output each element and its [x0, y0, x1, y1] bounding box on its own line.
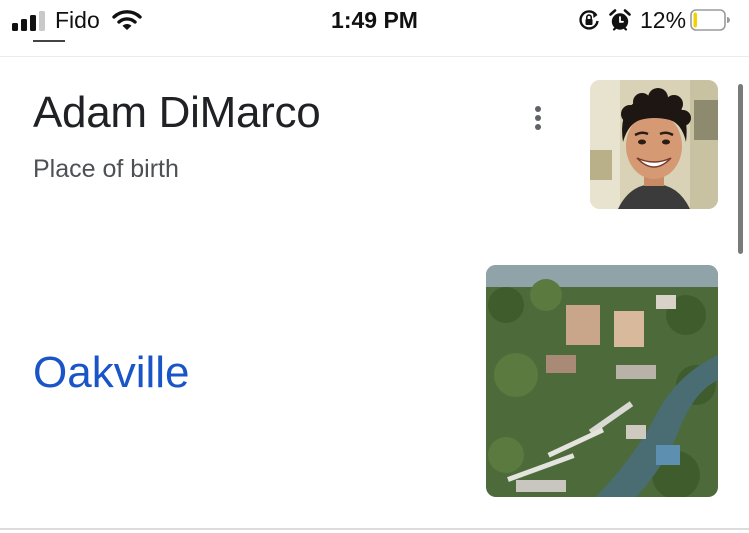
place-of-birth-link[interactable]: Oakville: [33, 348, 190, 398]
status-bar: Fido 1:49 PM 12%: [0, 0, 749, 48]
person-photo[interactable]: [590, 80, 718, 209]
battery-icon: [690, 9, 730, 31]
attribute-label: Place of birth: [33, 155, 179, 183]
rotation-lock-icon: [579, 10, 599, 30]
entity-name: Adam DiMarco: [33, 88, 321, 137]
scrollbar[interactable]: [738, 84, 743, 254]
alarm-icon: [609, 9, 631, 31]
battery-percentage: 12%: [640, 7, 687, 33]
clock: 1:49 PM: [331, 7, 418, 33]
more-vert-icon: [535, 106, 541, 112]
status-indicator-line: [33, 40, 65, 42]
screen: Fido 1:49 PM 12% Adam DiMarco Place of b…: [0, 0, 749, 533]
bottom-divider: [0, 528, 749, 530]
place-thumbnail[interactable]: [486, 265, 718, 497]
header-divider: [0, 56, 749, 57]
more-options-button[interactable]: [523, 100, 553, 136]
